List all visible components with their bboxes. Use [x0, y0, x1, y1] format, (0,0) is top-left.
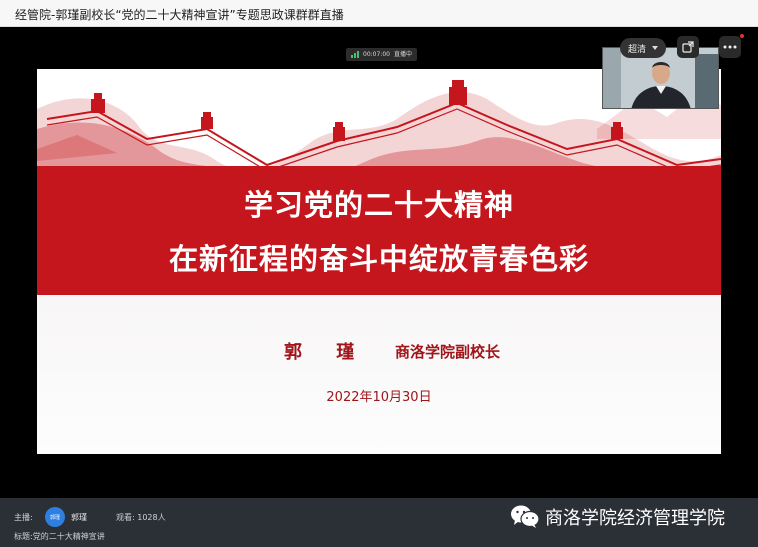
quality-selector[interactable]: 超清: [620, 38, 666, 58]
live-status-indicator: 00:07:00 直播中: [346, 48, 417, 61]
slide-lower-section: 郭 瑾 商洛学院副校长 2022年10月30日: [37, 295, 721, 454]
slide-date: 2022年10月30日: [326, 390, 432, 405]
live-subject: 标题:党的二十大精神宣讲: [14, 531, 105, 542]
notification-dot: [740, 34, 744, 38]
viewers-count: 1028人: [137, 513, 166, 522]
more-icon: [723, 45, 737, 49]
live-elapsed-time: 00:07:00: [363, 51, 390, 58]
live-video-area[interactable]: 00:07:00 直播中 学习党的二十大精神 在新征程的奋斗中绽放青春色彩 郭 …: [0, 27, 758, 498]
quality-label: 超清: [627, 44, 646, 55]
live-state: 直播中: [393, 51, 412, 58]
window-titlebar: 经管院-郭瑾副校长“党的二十大精神宣讲”专题思政课群群直播: [0, 0, 758, 27]
viewer-count: 观看: 1028人: [116, 512, 166, 523]
presenter-video-frame: [603, 48, 718, 108]
picture-in-picture-button[interactable]: [677, 36, 699, 58]
host-label: 主播:: [14, 513, 33, 522]
slide-title-banner: 学习党的二十大精神 在新征程的奋斗中绽放青春色彩: [37, 166, 721, 295]
signal-icon: [351, 51, 359, 58]
watermark-text: 商洛学院经济管理学院: [545, 508, 725, 529]
presentation-slide: 学习党的二十大精神 在新征程的奋斗中绽放青春色彩 郭 瑾 商洛学院副校长 202…: [37, 69, 721, 454]
chevron-down-icon: [652, 46, 658, 50]
window-title: 经管院-郭瑾副校长“党的二十大精神宣讲”专题思政课群群直播: [15, 8, 344, 22]
viewers-label: 观看:: [116, 513, 135, 522]
slide-speaker-name: 郭 瑾: [284, 342, 369, 363]
more-options-button[interactable]: [719, 36, 741, 58]
host-name: 郭瑾: [71, 513, 87, 522]
wechat-icon: [511, 505, 540, 528]
watermark: 商洛学院经济管理学院: [510, 504, 725, 530]
host-avatar[interactable]: 郭瑾: [45, 507, 65, 527]
picture-in-picture-icon: [682, 41, 694, 53]
subject-text: 党的二十大精神宣讲: [32, 532, 105, 541]
slide-speaker-role: 商洛学院副校长: [395, 343, 501, 361]
slide-title-line2: 在新征程的奋斗中绽放青春色彩: [168, 242, 589, 276]
slide-title-line1: 学习党的二十大精神: [243, 188, 514, 222]
subject-label: 标题:: [14, 532, 33, 541]
live-info-bar: 主播: 郭瑾 郭瑾 观看: 1028人 标题:党的二十大精神宣讲 商洛学院经济管…: [0, 498, 758, 547]
